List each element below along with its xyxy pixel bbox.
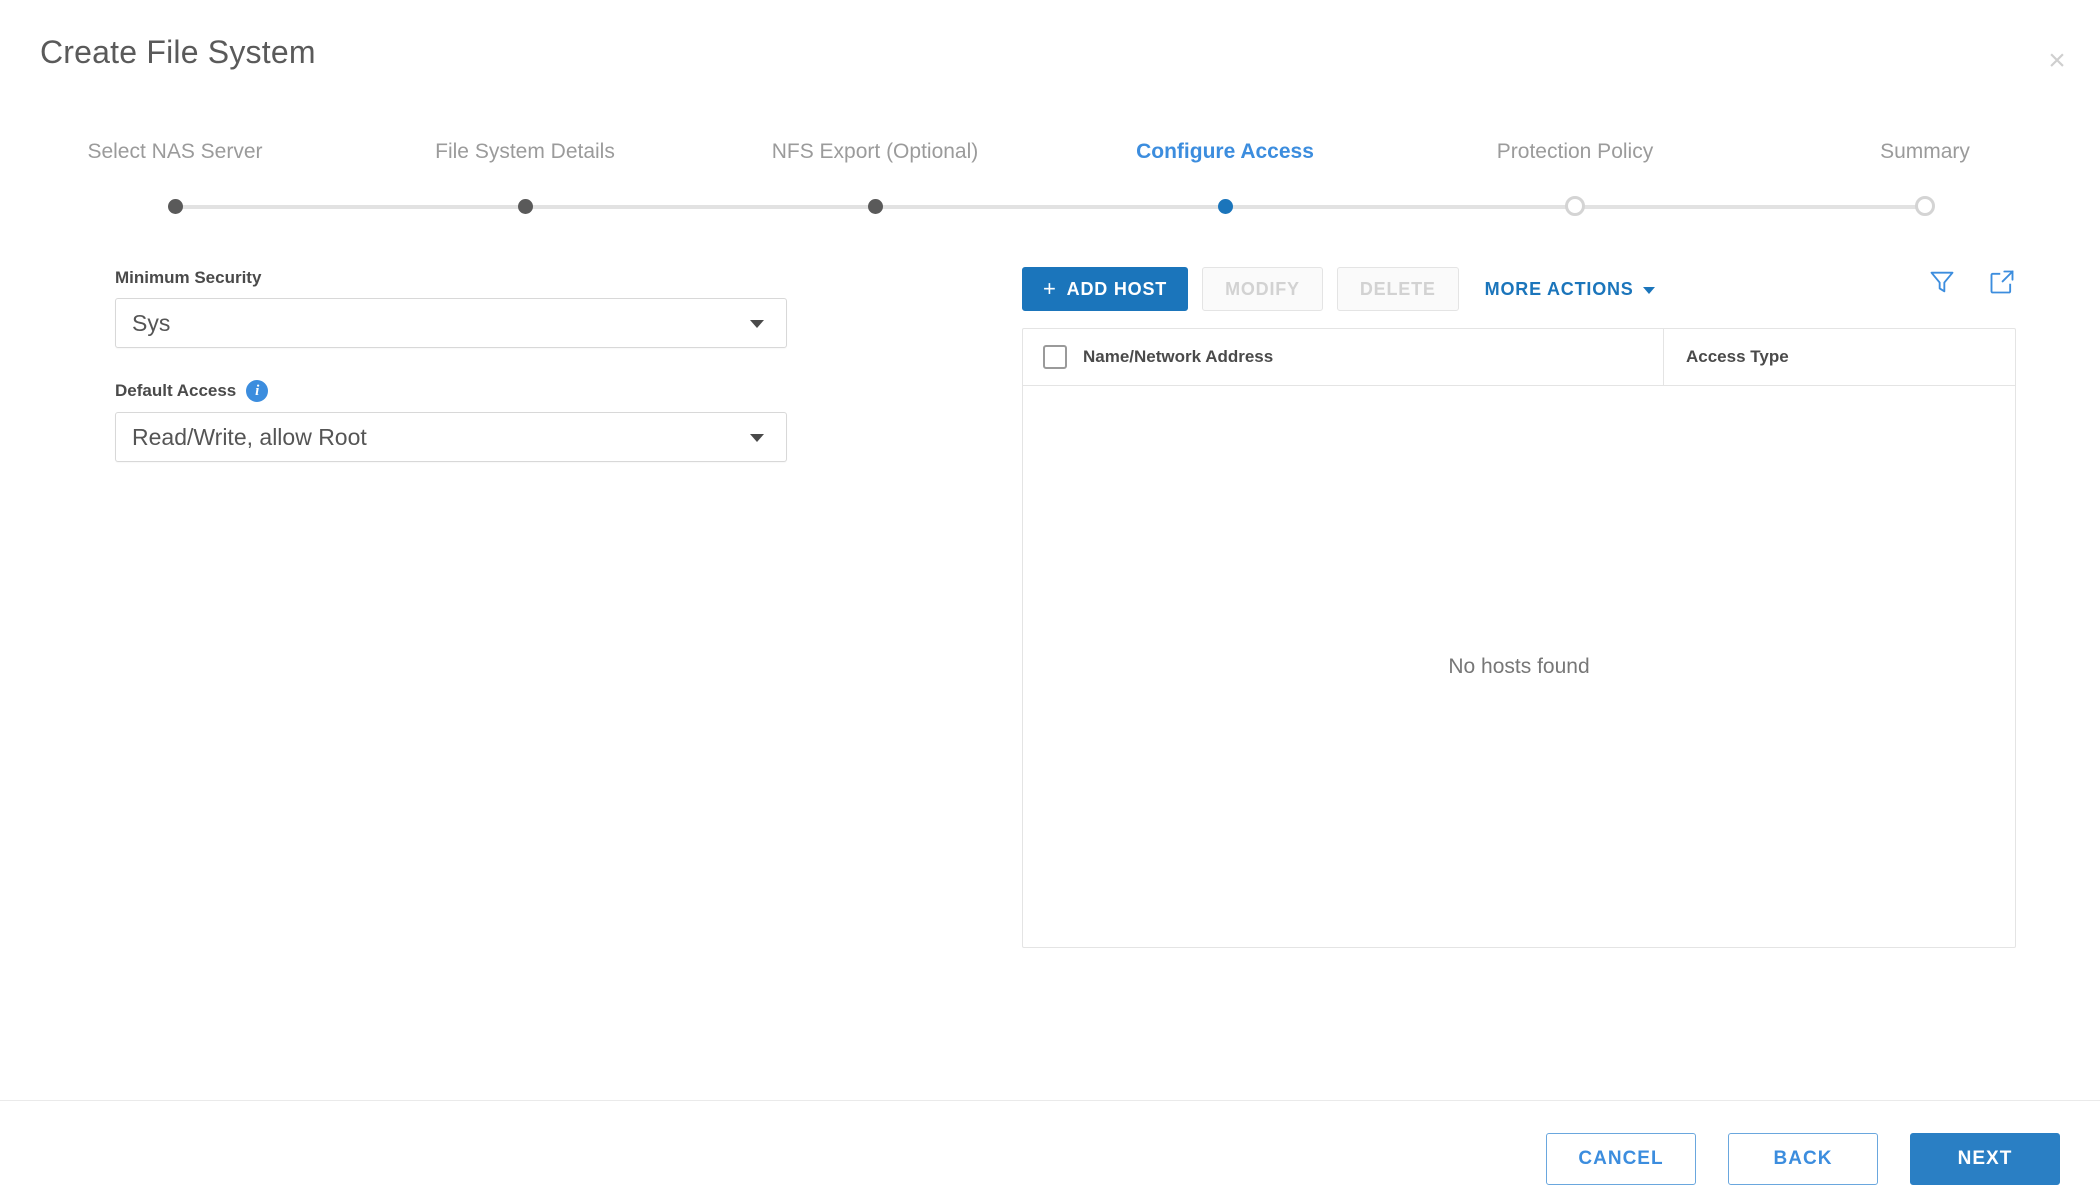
plus-icon: + xyxy=(1043,276,1057,301)
column-header-access-type[interactable]: Access Type xyxy=(1664,329,2015,385)
access-settings-form: Minimum Security Sys Default Access i Re… xyxy=(115,268,787,462)
wizard-step-2[interactable] xyxy=(350,198,700,214)
hosts-table-body: No hosts found xyxy=(1023,386,2015,947)
wizard-step-1[interactable] xyxy=(0,198,350,214)
minimum-security-label: Minimum Security xyxy=(115,268,787,288)
wizard-dot-configure-access[interactable] xyxy=(1217,198,1233,214)
wizard-dot-protection-policy[interactable] xyxy=(1565,196,1585,216)
wizard-step-label-2[interactable]: File System Details xyxy=(350,140,700,164)
footer-divider xyxy=(0,1100,2100,1101)
modify-button: MODIFY xyxy=(1202,267,1323,311)
next-button[interactable]: NEXT xyxy=(1910,1133,2060,1185)
page-title: Create File System xyxy=(40,34,316,70)
export-icon[interactable] xyxy=(1988,268,2016,296)
minimum-security-label-text: Minimum Security xyxy=(115,268,262,287)
wizard-connector xyxy=(1750,205,1925,209)
default-access-label-text: Default Access xyxy=(115,381,237,400)
wizard-step-6[interactable] xyxy=(1750,196,2100,216)
delete-button: DELETE xyxy=(1336,267,1459,311)
close-icon[interactable]: × xyxy=(2036,40,2078,82)
column-header-name-network-address[interactable]: Name/Network Address xyxy=(1023,329,1664,385)
chevron-down-icon xyxy=(750,434,764,442)
select-all-checkbox[interactable] xyxy=(1043,345,1067,369)
wizard-dot-nfs-export[interactable] xyxy=(867,198,883,214)
wizard-step-label-4[interactable]: Configure Access xyxy=(1050,140,1400,164)
wizard-track xyxy=(0,196,2100,216)
minimum-security-value: Sys xyxy=(132,309,171,336)
hosts-table-header: Name/Network Address Access Type xyxy=(1023,329,2015,386)
wizard-step-4[interactable] xyxy=(1050,198,1400,214)
minimum-security-select[interactable]: Sys xyxy=(115,298,787,348)
wizard-dot-select-nas-server[interactable] xyxy=(167,198,183,214)
default-access-select[interactable]: Read/Write, allow Root xyxy=(115,412,787,462)
hosts-table: Name/Network Address Access Type No host… xyxy=(1022,328,2016,948)
cancel-button[interactable]: CANCEL xyxy=(1546,1133,1696,1185)
wizard-step-label-5[interactable]: Protection Policy xyxy=(1400,140,1750,164)
more-actions-button[interactable]: MORE ACTIONS xyxy=(1485,279,1655,300)
wizard-dot-summary[interactable] xyxy=(1915,196,1935,216)
filter-icon[interactable] xyxy=(1928,268,1956,296)
hosts-toolbar: + ADD HOST MODIFY DELETE MORE ACTIONS xyxy=(1022,265,2016,313)
wizard-step-label-6[interactable]: Summary xyxy=(1750,140,2100,164)
add-host-button[interactable]: + ADD HOST xyxy=(1022,267,1189,311)
wizard-labels: Select NAS Server File System Details NF… xyxy=(0,140,2100,164)
column-header-name-label: Name/Network Address xyxy=(1083,347,1274,366)
default-access-value: Read/Write, allow Root xyxy=(132,423,367,450)
hosts-panel: + ADD HOST MODIFY DELETE MORE ACTIONS Na… xyxy=(1022,265,2016,948)
wizard-step-3[interactable] xyxy=(700,198,1050,214)
form-spacer xyxy=(115,348,787,380)
add-host-button-label: ADD HOST xyxy=(1066,278,1168,299)
wizard-connector xyxy=(175,205,350,209)
toolbar-icon-group xyxy=(1928,268,2016,296)
chevron-down-icon xyxy=(1642,287,1655,294)
column-header-access-label: Access Type xyxy=(1686,347,1789,366)
wizard-step-5[interactable] xyxy=(1400,196,1750,216)
default-access-label: Default Access i xyxy=(115,380,787,402)
wizard-step-label-1[interactable]: Select NAS Server xyxy=(0,140,350,164)
wizard-stepper: Select NAS Server File System Details NF… xyxy=(0,140,2100,230)
wizard-step-label-3[interactable]: NFS Export (Optional) xyxy=(700,140,1050,164)
info-icon[interactable]: i xyxy=(246,380,269,402)
back-button[interactable]: BACK xyxy=(1728,1133,1878,1185)
wizard-dot-file-system-details[interactable] xyxy=(517,198,533,214)
chevron-down-icon xyxy=(750,320,764,328)
more-actions-label: MORE ACTIONS xyxy=(1484,278,1634,299)
empty-state-message: No hosts found xyxy=(1448,655,1590,678)
dialog-footer: CANCEL BACK NEXT xyxy=(1546,1133,2060,1185)
